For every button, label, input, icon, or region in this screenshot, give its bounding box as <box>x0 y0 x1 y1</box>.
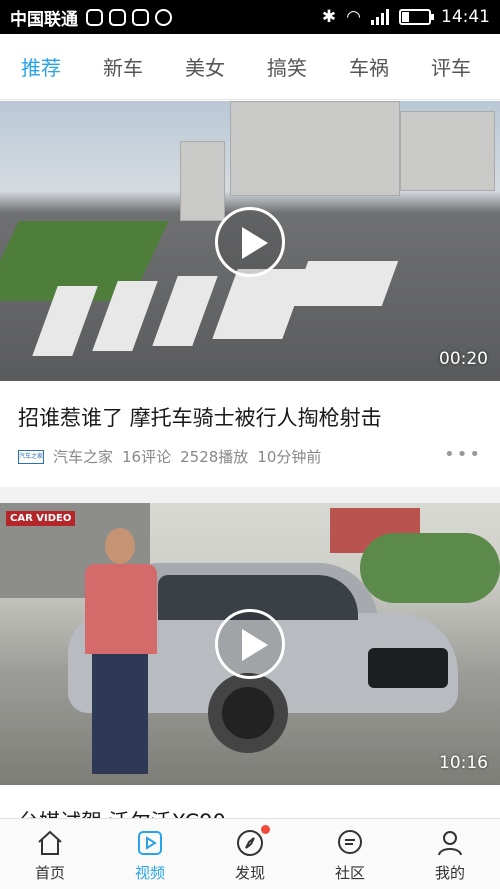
signal-icon <box>371 9 389 25</box>
chat-bubble-icon <box>338 830 362 854</box>
nav-community[interactable]: 社区 <box>300 819 400 889</box>
presenter-image <box>80 528 160 778</box>
status-bar: 中国联通 ✱ ◠ 14:41 <box>0 0 500 34</box>
tab-reviews[interactable]: 评车 <box>431 52 471 81</box>
notification-icon <box>86 8 103 26</box>
nav-video[interactable]: 视频 <box>100 819 200 889</box>
clock: 14:41 <box>441 7 490 27</box>
tab-beauty[interactable]: 美女 <box>185 52 225 81</box>
video-meta: 汽车之家 汽车之家 16评论 2528播放 10分钟前 <box>18 446 330 467</box>
wifi-icon: ◠ <box>346 7 361 27</box>
carrier-label: 中国联通 <box>10 9 78 30</box>
home-icon <box>38 830 62 855</box>
publish-time: 10分钟前 <box>257 448 322 466</box>
more-options-icon[interactable]: ••• <box>444 444 482 465</box>
nav-home[interactable]: 首页 <box>0 819 100 889</box>
category-tabs: 推荐 新车 美女 搞笑 车祸 评车 玩 <box>0 34 500 100</box>
tab-accidents[interactable]: 车祸 <box>349 52 389 81</box>
weather-icon <box>155 8 172 26</box>
channel-logo: CAR VIDEO <box>6 511 76 526</box>
source-logo: 汽车之家 <box>18 449 44 464</box>
play-button[interactable] <box>215 609 285 679</box>
source-name[interactable]: 汽车之家 <box>53 446 113 467</box>
bottom-navigation: 首页 视频 发现 社区 我的 <box>0 818 500 889</box>
play-button[interactable] <box>215 207 285 277</box>
nav-label: 社区 <box>334 864 365 882</box>
video-duration: 00:20 <box>439 349 488 369</box>
nav-label: 发现 <box>234 864 265 882</box>
video-thumbnail[interactable]: 00:20 <box>0 101 500 381</box>
bluetooth-icon: ✱ <box>321 7 337 27</box>
user-icon <box>438 831 462 856</box>
video-title[interactable]: 招谁惹谁了 摩托车骑士被行人掏枪射击 <box>18 402 488 432</box>
nav-label: 首页 <box>34 864 65 882</box>
nav-label: 视频 <box>134 864 165 882</box>
notification-dot <box>261 825 270 834</box>
video-duration: 10:16 <box>439 753 488 773</box>
tab-recommend[interactable]: 推荐 <box>21 52 61 81</box>
nav-label: 我的 <box>434 864 465 882</box>
video-thumbnail[interactable]: CAR VIDEO 10:16 <box>0 503 500 785</box>
comment-count: 16评论 <box>122 448 172 466</box>
tab-funny[interactable]: 搞笑 <box>267 52 307 81</box>
divider <box>0 487 500 503</box>
compass-icon <box>237 830 263 856</box>
nav-discover[interactable]: 发现 <box>200 819 300 889</box>
notification-icons <box>86 8 172 26</box>
battery-icon <box>399 9 434 25</box>
notification-icon <box>109 8 126 26</box>
video-play-icon <box>138 831 162 855</box>
notification-icon <box>132 8 149 26</box>
nav-profile[interactable]: 我的 <box>400 819 500 889</box>
tab-new-cars[interactable]: 新车 <box>103 52 143 81</box>
play-count: 2528播放 <box>180 448 249 466</box>
